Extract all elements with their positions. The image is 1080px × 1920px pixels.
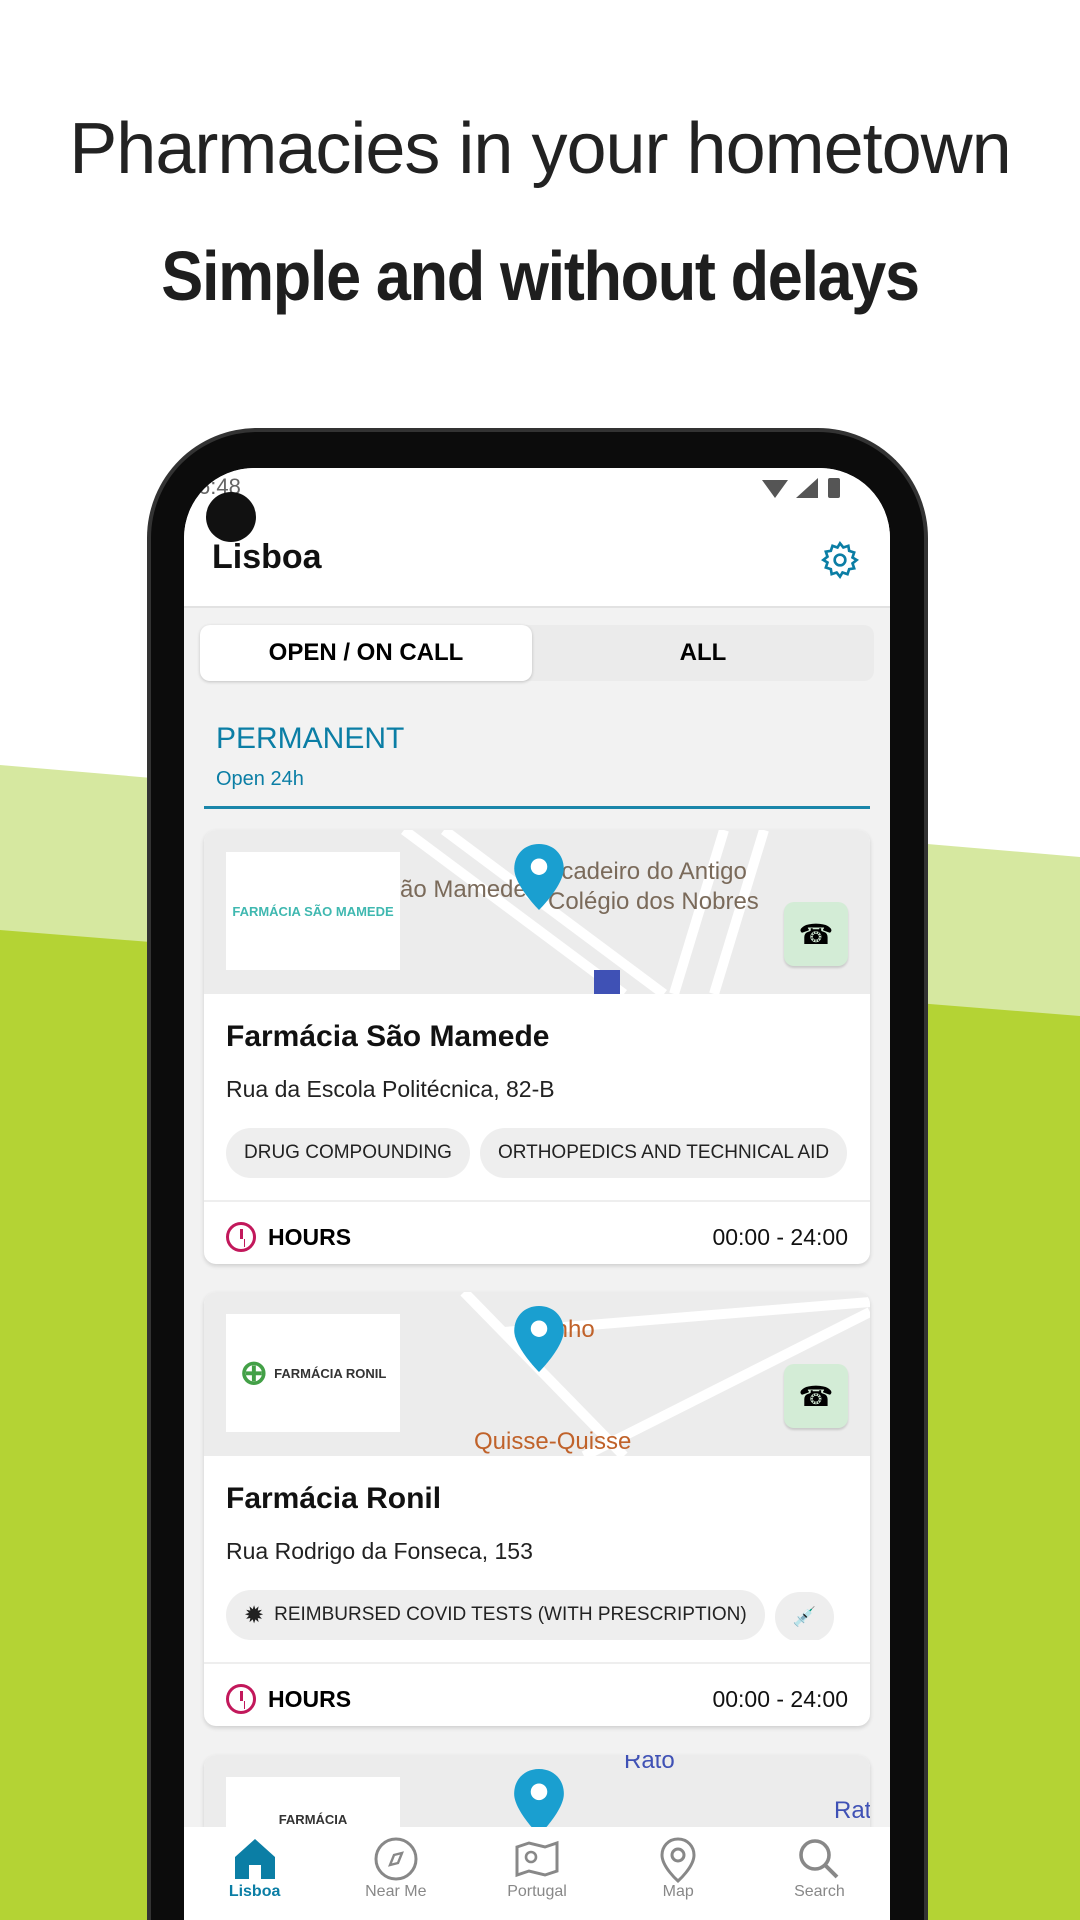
phone-icon: ☎ [798,918,834,950]
nav-search[interactable]: Search [749,1827,890,1920]
bottom-nav: Lisboa Near Me Portugal Map Search [184,1827,890,1920]
section-title: PERMANENT [216,722,405,755]
search-icon [799,1839,839,1879]
pharmacy-logo: FARMÁCIA [226,1777,400,1827]
pharmacy-name: Farmácia Ronil [226,1482,442,1515]
gear-icon[interactable] [820,540,860,580]
pharmacy-card[interactable]: Cinho Quisse-Quisse ⊕FARMÁCIA RONIL ☎ Fa… [204,1292,870,1726]
hours-value: 00:00 - 24:00 [712,1224,848,1250]
section-subtitle: Open 24h [216,768,304,790]
pharmacy-name: Farmácia São Mamede [226,1020,550,1053]
map-fold-icon [515,1840,559,1878]
call-button[interactable]: ☎ [784,1364,848,1428]
map-preview[interactable]: Rato Rat FARMÁCIA [204,1755,870,1827]
pharmacy-card[interactable]: Rato Rat FARMÁCIA [204,1755,870,1827]
pharmacy-logo: ⊕ FARMÁCIA RONIL [226,1314,400,1432]
tab-open-on-call[interactable]: OPEN / ON CALL [200,625,532,681]
services-list: ✹ REIMBURSED COVID TESTS (WITH PRESCRIPTI… [226,1590,870,1640]
nav-lisboa[interactable]: Lisboa [184,1827,325,1920]
pharmacy-address: Rua Rodrigo da Fonseca, 153 [226,1538,533,1564]
call-button[interactable]: ☎ [784,902,848,966]
page-title: Lisboa [212,538,322,576]
nav-near-me[interactable]: Near Me [325,1827,466,1920]
virus-icon: ✹ [244,1601,265,1629]
camera-hole [206,492,256,542]
map-label: Quisse-Quisse [474,1428,632,1455]
compass-icon [374,1837,418,1881]
service-chip: DRUG COMPOUNDING [226,1128,470,1178]
map-label: icadeiro do Antigo [556,858,747,885]
pharmacy-card[interactable]: ão Mamede icadeiro do Antigo Colégio dos… [204,830,870,1264]
hours-value: 00:00 - 24:00 [712,1686,848,1712]
filter-tabs: OPEN / ON CALL ALL [200,625,874,681]
pharmacy-address: Rua da Escola Politécnica, 82-B [226,1076,555,1102]
clock-icon [226,1222,256,1252]
phone-screen: 6:48 Lisboa OPEN / ON CALL ALL PERMANENT… [184,468,890,1920]
service-chip: 💉 [774,1591,835,1640]
nav-map[interactable]: Map [608,1827,749,1920]
map-preview[interactable]: ão Mamede icadeiro do Antigo Colégio dos… [204,830,870,994]
map-label: ão Mamede [400,876,527,903]
hours-label: HOURS [226,1684,351,1714]
hours-title: HOURS [268,1685,352,1712]
syringe-icon: 💉 [792,1606,817,1628]
tab-all[interactable]: ALL [532,625,874,681]
header-divider [184,606,890,608]
map-pin-icon [514,1306,564,1372]
hours-label: HOURS [226,1222,351,1252]
nav-portugal[interactable]: Portugal [466,1827,607,1920]
map-label: Colégio dos Nobres [548,888,759,915]
hours-title: HOURS [268,1223,352,1250]
services-list: DRUG COMPOUNDING ORTHOPEDICS AND TECHNICA… [226,1128,870,1178]
map-label: Rat [834,1797,870,1824]
map-pin-icon [514,1769,564,1827]
service-chip: ORTHOPEDICS AND TECHNICAL AID [479,1128,848,1178]
location-pin-icon [660,1837,696,1883]
map-preview[interactable]: Cinho Quisse-Quisse ⊕FARMÁCIA RONIL ☎ [204,1292,870,1456]
divider [204,1200,870,1202]
home-icon [234,1839,275,1879]
subheadline: Simple and without delays [161,237,920,315]
section-divider [204,806,870,809]
service-chip: ✹ REIMBURSED COVID TESTS (WITH PRESCRIPTI… [226,1590,765,1640]
map-pin-icon [514,844,564,910]
phone-icon: ☎ [798,1380,834,1412]
status-icons [762,478,840,498]
map-label: Rato [624,1755,675,1774]
divider [204,1662,870,1664]
pharmacy-logo: FARMÁCIA SÃO MAMEDE [226,852,400,970]
headline: Pharmacies in your hometown [69,109,1011,189]
clock-icon [226,1684,256,1714]
